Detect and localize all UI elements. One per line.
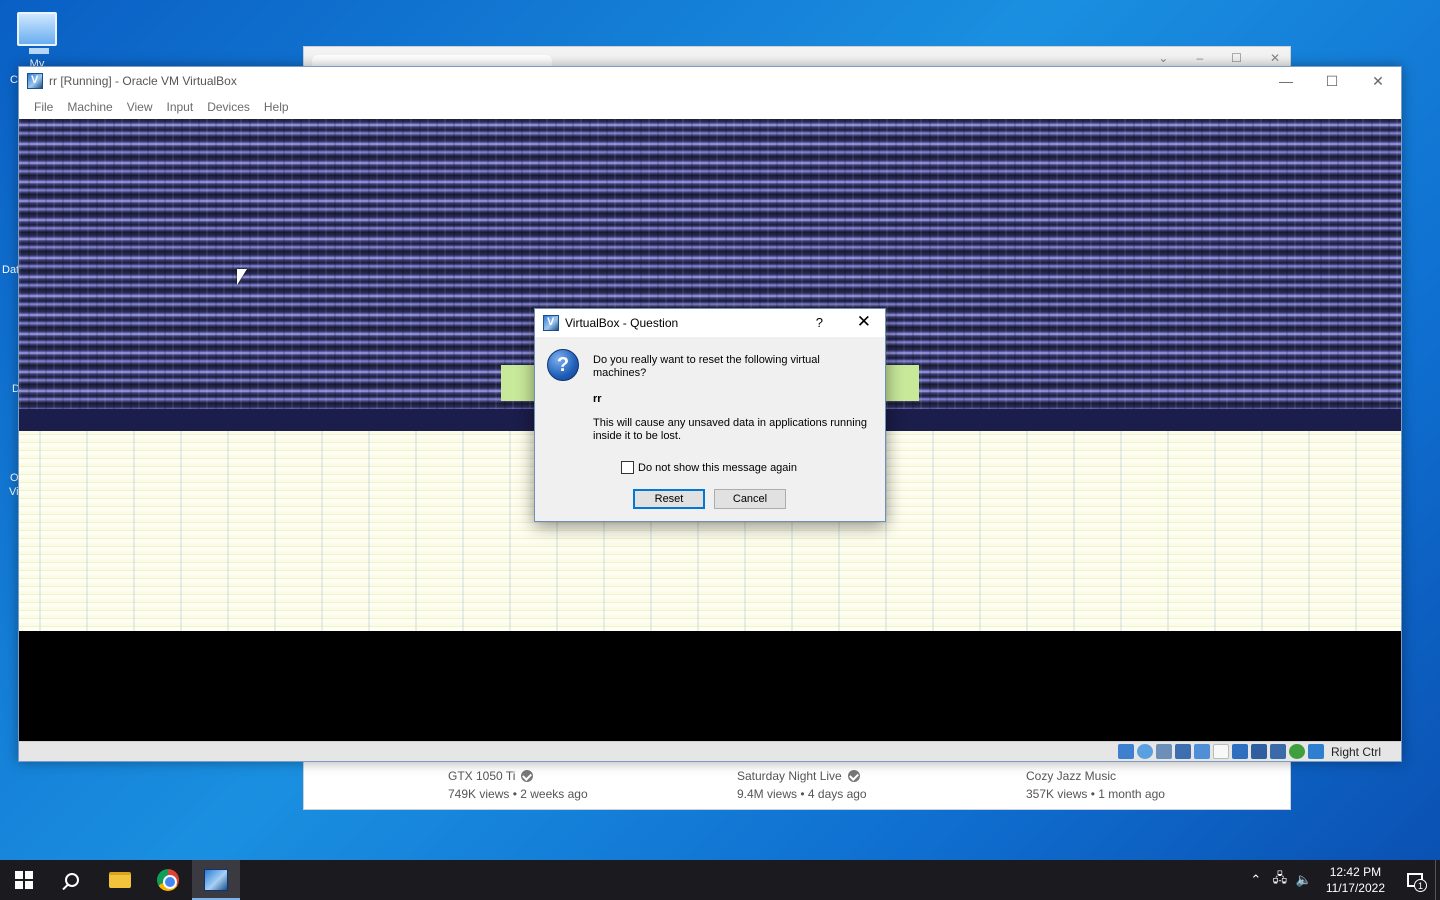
chevron-up-icon[interactable]: ⌃ xyxy=(1244,872,1268,888)
channel-name[interactable]: Cozy Jazz Music xyxy=(1026,767,1116,785)
cancel-button[interactable]: Cancel xyxy=(714,489,786,509)
usb-icon[interactable] xyxy=(1193,744,1210,759)
menu-help[interactable]: Help xyxy=(257,100,296,114)
guest-additions-icon[interactable] xyxy=(1288,744,1305,759)
question-icon: ? xyxy=(547,349,579,381)
do-not-show-checkbox[interactable] xyxy=(621,461,634,474)
vm-statusbar: Right Ctrl xyxy=(19,741,1401,761)
dialog-titlebar[interactable]: VirtualBox - Question ? ✕ xyxy=(535,309,885,337)
minimize-icon[interactable]: – xyxy=(1196,51,1203,65)
vm-menubar: File Machine View Input Devices Help xyxy=(19,95,1401,119)
mouse-cursor-icon xyxy=(237,269,247,285)
menu-file[interactable]: File xyxy=(27,100,60,114)
dialog-warning: This will cause any unsaved data in appl… xyxy=(593,417,867,442)
desktop-icon-stub[interactable]: Dat xyxy=(2,264,19,276)
channel-name[interactable]: Saturday Night Live xyxy=(737,767,842,785)
search-icon xyxy=(65,873,79,887)
video-card-meta[interactable]: Saturday Night Live 9.4M views • 4 days … xyxy=(737,767,867,803)
verified-icon xyxy=(847,770,860,782)
video-stats: 749K views • 2 weeks ago xyxy=(448,787,588,801)
video-stats: 357K views • 1 month ago xyxy=(1026,787,1165,801)
clock[interactable]: 12:42 PM 11/17/2022 xyxy=(1316,864,1395,896)
vm-window-titlebar[interactable]: rr [Running] - Oracle VM VirtualBox — ☐ … xyxy=(19,67,1401,95)
network-icon[interactable]: 🖧 xyxy=(1268,869,1292,891)
virtualbox-icon xyxy=(204,869,228,891)
checkbox-label[interactable]: Do not show this message again xyxy=(638,462,797,474)
taskbar: ⌃ 🖧 🔈 12:42 PM 11/17/2022 1 xyxy=(0,860,1440,900)
video-capture-icon[interactable] xyxy=(1250,744,1267,759)
dialog-message: Do you really want to reset the followin… xyxy=(593,354,820,379)
maximize-icon[interactable]: ☐ xyxy=(1231,51,1242,65)
mouse-integration-icon[interactable] xyxy=(1307,744,1324,759)
do-not-show-again-option[interactable]: Do not show this message again xyxy=(621,461,797,474)
vm-name: rr xyxy=(593,393,602,405)
dialog-close-button[interactable]: ✕ xyxy=(857,312,871,332)
desktop-icon-stub[interactable]: C xyxy=(10,74,18,86)
video-card-meta[interactable]: Cozy Jazz Music 357K views • 1 month ago xyxy=(1026,767,1165,803)
optical-drive-icon[interactable] xyxy=(1136,744,1153,759)
video-card-meta[interactable]: GTX 1050 Ti 749K views • 2 weeks ago xyxy=(448,767,588,803)
chrome-icon xyxy=(157,869,179,891)
video-stats: 9.4M views • 4 days ago xyxy=(737,787,867,801)
folder-icon xyxy=(109,872,131,888)
maximize-button[interactable]: ☐ xyxy=(1309,67,1355,95)
vm-window-controls: — ☐ ✕ xyxy=(1263,67,1401,95)
notification-count-badge: 1 xyxy=(1414,879,1427,892)
virtualbox-logo-icon xyxy=(27,73,43,89)
reset-confirmation-dialog[interactable]: VirtualBox - Question ? ✕ ? Do you reall… xyxy=(534,308,886,522)
dialog-title: VirtualBox - Question xyxy=(565,316,679,330)
virtualbox-taskbar-button[interactable] xyxy=(192,860,240,900)
chrome-button[interactable] xyxy=(144,860,192,900)
network-icon[interactable] xyxy=(1174,744,1191,759)
clock-time: 12:42 PM xyxy=(1329,865,1382,879)
audio-icon[interactable] xyxy=(1155,744,1172,759)
close-button[interactable]: ✕ xyxy=(1355,67,1401,95)
search-button[interactable] xyxy=(48,860,96,900)
hard-disk-icon[interactable] xyxy=(1117,744,1134,759)
speaker-icon[interactable]: 🔈 xyxy=(1292,872,1316,888)
menu-machine[interactable]: Machine xyxy=(60,100,119,114)
vt-x-icon[interactable] xyxy=(1269,744,1286,759)
help-button[interactable]: ? xyxy=(816,315,823,330)
virtualbox-logo-icon xyxy=(543,315,559,331)
computer-icon xyxy=(17,12,57,54)
menu-view[interactable]: View xyxy=(120,100,160,114)
vm-window-title: rr [Running] - Oracle VM VirtualBox xyxy=(49,74,237,88)
start-button[interactable] xyxy=(0,860,48,900)
system-tray: ⌃ 🖧 🔈 12:42 PM 11/17/2022 1 xyxy=(1244,860,1440,900)
minimize-button[interactable]: — xyxy=(1263,67,1309,95)
browser-window-controls: ⌄ – ☐ ✕ xyxy=(1158,51,1280,65)
chevron-down-icon[interactable]: ⌄ xyxy=(1158,51,1168,65)
close-icon[interactable]: ✕ xyxy=(1270,51,1280,65)
display-icon[interactable] xyxy=(1231,744,1248,759)
show-desktop-button[interactable] xyxy=(1435,860,1440,900)
windows-logo-icon xyxy=(15,871,33,889)
clock-date: 11/17/2022 xyxy=(1325,881,1385,895)
verified-icon xyxy=(521,770,534,782)
file-explorer-button[interactable] xyxy=(96,860,144,900)
channel-name[interactable]: GTX 1050 Ti xyxy=(448,767,515,785)
menu-devices[interactable]: Devices xyxy=(200,100,257,114)
shared-folders-icon[interactable] xyxy=(1212,744,1229,759)
reset-button[interactable]: Reset xyxy=(633,489,705,509)
host-key-label[interactable]: Right Ctrl xyxy=(1331,745,1381,759)
browser-titlebar: ⌄ – ☐ ✕ xyxy=(304,47,1290,67)
action-center-button[interactable]: 1 xyxy=(1395,860,1435,900)
desktop-icon-my-computer[interactable]: My xyxy=(12,12,62,70)
menu-input[interactable]: Input xyxy=(160,100,201,114)
